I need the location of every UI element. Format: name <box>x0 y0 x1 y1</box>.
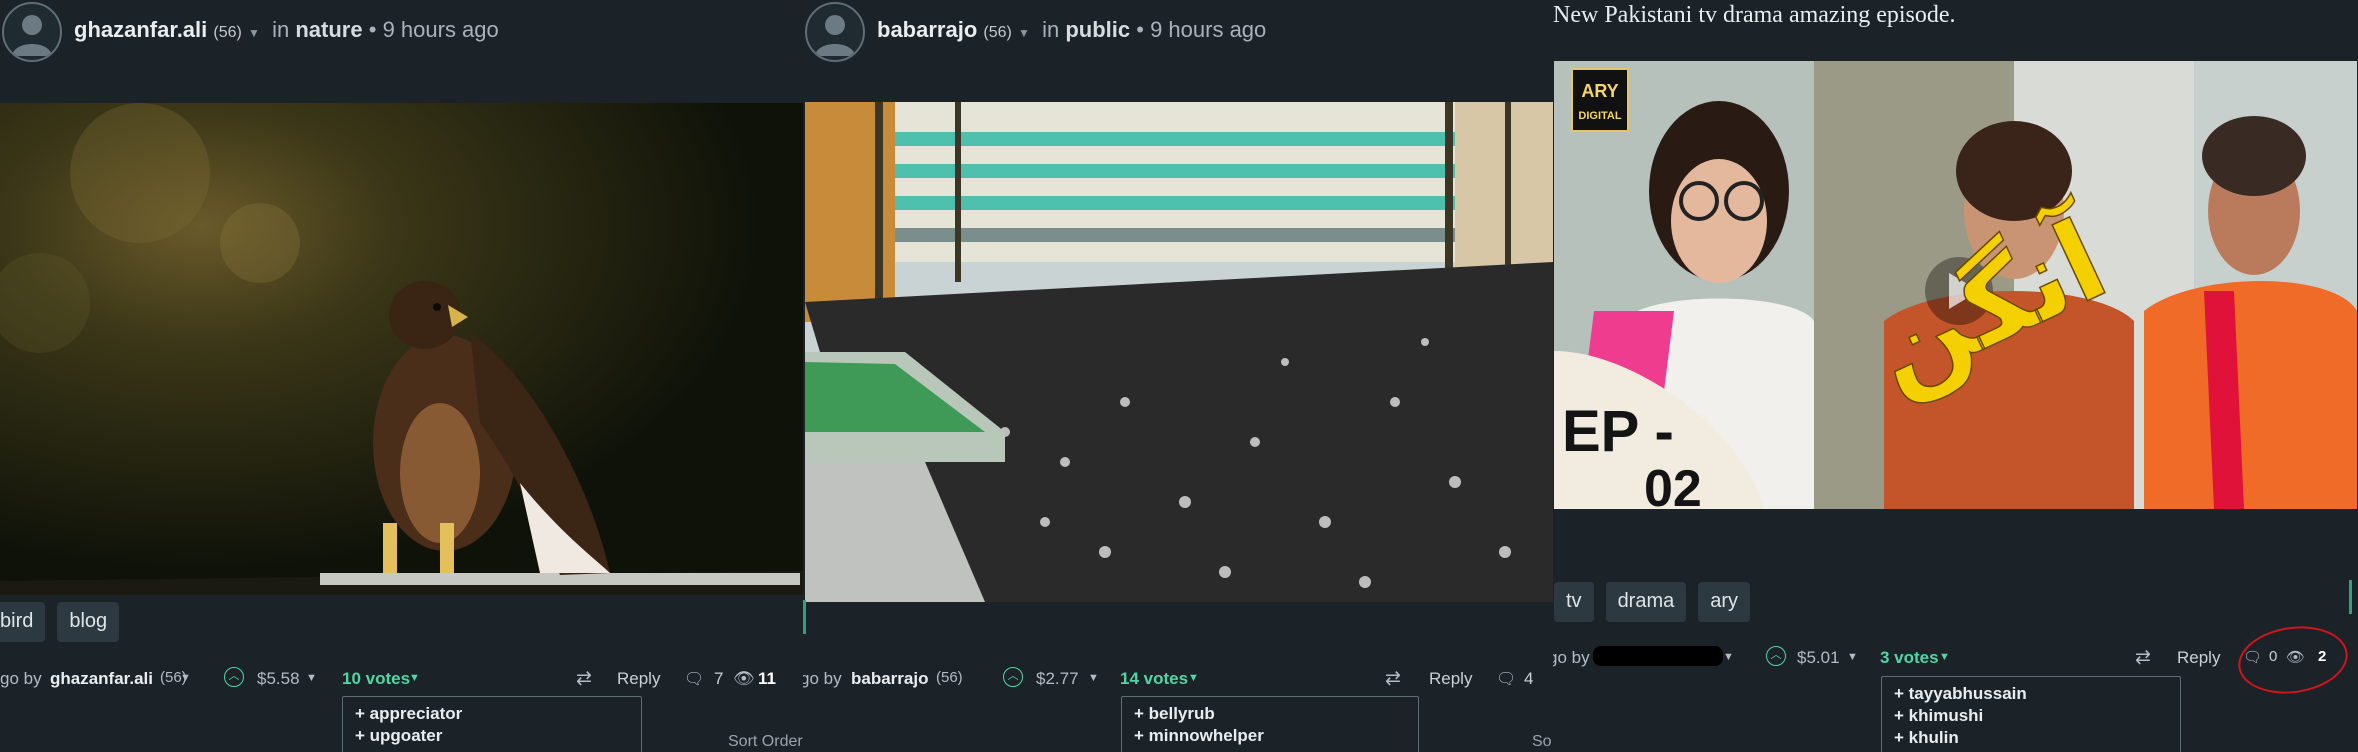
payout-value[interactable]: $2.77 <box>1036 669 1079 689</box>
episode-number: 02 <box>1644 460 1702 509</box>
sort-order-label[interactable]: So <box>1532 733 1552 751</box>
byline-prefix: go by <box>803 669 842 688</box>
comments-icon[interactable]: 🗨 <box>1496 669 1516 689</box>
channel-logo-bottom: DIGITAL <box>1578 110 1621 122</box>
reply-link[interactable]: Reply <box>617 669 660 689</box>
post-card-3: New Pakistani tv drama amazing episode. <box>1553 0 2358 752</box>
reply-link[interactable]: Reply <box>1429 669 1472 689</box>
voter-item[interactable]: + upgoater <box>355 725 629 747</box>
voter-item[interactable]: + khimushi <box>1894 705 2168 727</box>
reblog-icon[interactable]: ⇄ <box>576 667 592 690</box>
bullet: • <box>368 17 377 42</box>
caret-down-icon[interactable]: ▼ <box>1847 651 1858 663</box>
caret-down-icon[interactable]: ▼ <box>409 672 420 684</box>
caret-down-icon[interactable]: ▼ <box>1188 672 1199 684</box>
payout-value[interactable]: $5.01 <box>1797 648 1840 668</box>
chevron-up-circle-icon[interactable]: ︿ <box>224 667 244 687</box>
tag-tv[interactable]: tv <box>1554 582 1594 622</box>
post-card-1: ghazanfar.ali (56) ▼ in nature • 9 hours… <box>0 0 803 752</box>
byline-reputation: (56) <box>936 669 963 686</box>
tag-blog[interactable]: blog <box>57 602 120 642</box>
author-reputation: (56) <box>983 24 1012 41</box>
post-time: 9 hours ago <box>1150 17 1267 42</box>
channel-logo-top: ARY <box>1581 81 1618 101</box>
voters-dropdown: + bellyrub + minnowhelper + ... <box>1121 696 1419 752</box>
category-link[interactable]: public <box>1065 17 1130 42</box>
avatar[interactable] <box>805 2 865 62</box>
reply-link[interactable]: Reply <box>2177 648 2220 668</box>
byline-prefix: go by <box>1553 648 1590 667</box>
tag-list: bird blog <box>0 602 120 642</box>
redacted-author <box>1593 646 1723 666</box>
voters-dropdown: + appreciator + upgoater + ... <box>342 696 642 752</box>
views-count: 11 <box>758 669 776 688</box>
caret-down-icon[interactable]: ▼ <box>306 672 317 684</box>
voter-item[interactable]: + khulin <box>1894 727 2168 749</box>
in-label: in <box>1042 17 1060 42</box>
sort-order-label[interactable]: Sort Order <box>728 733 803 751</box>
votes-count[interactable]: 10 votes <box>342 669 410 689</box>
votes-count[interactable]: 14 votes <box>1120 669 1188 689</box>
author-line: babarrajo (56) ▼ in public • 9 hours ago <box>877 17 1266 43</box>
byline-author[interactable]: babarrajo <box>851 669 928 689</box>
post-header: babarrajo (56) ▼ in public • 9 hours ago <box>803 0 1553 62</box>
tag-bird[interactable]: bird <box>0 602 46 642</box>
chevron-up-circle-icon[interactable]: ︿ <box>1003 667 1023 687</box>
comments-count[interactable]: 7 <box>714 669 723 689</box>
video-thumbnail[interactable]: ARY DIGITAL EP - 02 آنگن <box>1554 61 2357 509</box>
category-link[interactable]: nature <box>295 17 362 42</box>
post-header: ghazanfar.ali (56) ▼ in nature • 9 hours… <box>0 0 803 62</box>
reblog-icon[interactable]: ⇄ <box>1385 667 1401 690</box>
byline-author[interactable]: ghazanfar.ali <box>50 669 153 689</box>
caret-down-icon[interactable]: ▼ <box>1088 672 1099 684</box>
voter-item[interactable]: + appreciator <box>355 703 629 725</box>
divider <box>803 600 806 634</box>
episode-label: EP - <box>1562 399 1674 464</box>
eye-icon: 👁 <box>733 669 755 688</box>
voters-dropdown: + tayyabhussain + khimushi + khulin <box>1881 676 2181 752</box>
author-name[interactable]: ghazanfar.ali <box>74 17 207 42</box>
hawk-photo[interactable] <box>0 103 803 595</box>
author-reputation: (56) <box>213 24 242 41</box>
voter-item[interactable]: + bellyrub <box>1134 703 1406 725</box>
caret-down-icon[interactable]: ▼ <box>1939 651 1950 663</box>
voter-item[interactable]: + tayyabhussain <box>1894 683 2168 705</box>
post-title[interactable]: New Pakistani tv drama amazing episode. <box>1553 2 1956 29</box>
avatar[interactable] <box>2 2 62 62</box>
voter-item[interactable]: + ... <box>355 747 629 752</box>
caret-down-icon[interactable]: ▼ <box>1723 651 1734 663</box>
author-name[interactable]: babarrajo <box>877 17 977 42</box>
caret-down-icon[interactable]: ▼ <box>248 26 260 40</box>
author-line: ghazanfar.ali (56) ▼ in nature • 9 hours… <box>74 17 499 43</box>
tag-drama[interactable]: drama <box>1605 582 1687 622</box>
payout-value[interactable]: $5.58 <box>257 669 300 689</box>
tag-list: tv drama ary <box>1554 582 1751 622</box>
voter-item[interactable]: + ... <box>1134 747 1406 752</box>
tag-ary[interactable]: ary <box>1698 582 1751 622</box>
caret-down-icon[interactable]: ▼ <box>180 672 191 684</box>
school-assembly-photo[interactable] <box>805 102 1553 602</box>
post-card-2: babarrajo (56) ▼ in public • 9 hours ago <box>803 0 1553 752</box>
comments-icon[interactable]: 🗨 <box>684 669 704 689</box>
voter-item[interactable]: + minnowhelper <box>1134 725 1406 747</box>
in-label: in <box>272 17 290 42</box>
votes-count[interactable]: 3 votes <box>1880 648 1939 668</box>
chevron-up-circle-icon[interactable]: ︿ <box>1766 646 1786 666</box>
byline-prefix: go by <box>0 669 42 688</box>
reblog-icon[interactable]: ⇄ <box>2135 646 2151 669</box>
comments-count[interactable]: 4 <box>1524 669 1533 689</box>
post-time: 9 hours ago <box>382 17 499 42</box>
divider <box>2349 580 2352 614</box>
caret-down-icon[interactable]: ▼ <box>1018 26 1030 40</box>
bullet: • <box>1136 17 1144 42</box>
